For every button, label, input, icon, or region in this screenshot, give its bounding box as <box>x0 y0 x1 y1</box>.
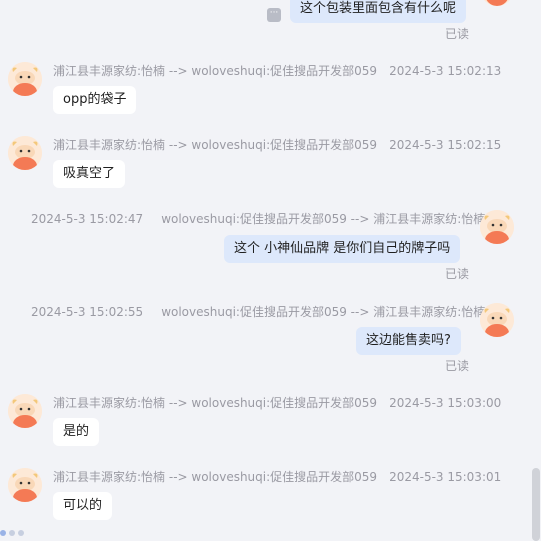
read-status: 已读 <box>445 27 470 41</box>
avatar <box>480 0 514 6</box>
cartoon-bull-avatar-icon <box>480 210 514 244</box>
avatar <box>8 468 42 502</box>
cartoon-bull-avatar-icon <box>8 62 42 96</box>
scrollbar[interactable] <box>530 0 541 541</box>
message-bubble[interactable]: 这个包装里面包含有什么呢 <box>290 0 467 23</box>
message-meta: 浦江县丰源家纺:怡楠 --> woloveshuqi:促佳搜品开发部059 202… <box>53 468 501 485</box>
avatar <box>480 303 514 337</box>
message-header: woloveshuqi:促佳搜品开发部059 --> 浦江县丰源家纺:怡楠 <box>161 305 486 319</box>
cartoon-bull-avatar-icon <box>8 394 42 428</box>
loading-dot <box>9 530 15 536</box>
cartoon-bull-avatar-icon <box>8 136 42 170</box>
message-bubble[interactable]: 吸真空了 <box>53 160 126 188</box>
loading-dot <box>0 530 6 536</box>
avatar <box>8 62 42 96</box>
message-header: 浦江县丰源家纺:怡楠 --> woloveshuqi:促佳搜品开发部059 <box>53 396 378 410</box>
message-meta: 浦江县丰源家纺:怡楠 --> woloveshuqi:促佳搜品开发部059 202… <box>53 394 501 411</box>
message-meta: 2024-5-3 15:02:55 woloveshuqi:促佳搜品开发部059 … <box>31 303 485 320</box>
message-header: 浦江县丰源家纺:怡楠 --> woloveshuqi:促佳搜品开发部059 <box>53 470 378 484</box>
message-header: 浦江县丰源家纺:怡楠 --> woloveshuqi:促佳搜品开发部059 <box>53 64 378 78</box>
scrollbar-thumb[interactable] <box>532 468 540 541</box>
message-bubble[interactable]: 这个 小神仙品牌 是你们自己的牌子吗 <box>224 235 461 263</box>
message-time: 2024-5-3 15:02:15 <box>389 138 502 152</box>
message-time: 2024-5-3 15:03:00 <box>389 396 502 410</box>
message-bubble[interactable]: opp的袋子 <box>53 86 137 114</box>
read-status: 已读 <box>445 359 470 373</box>
message-time: 2024-5-3 15:02:47 <box>31 212 144 226</box>
avatar <box>8 394 42 428</box>
message-header: 浦江县丰源家纺:怡楠 --> woloveshuqi:促佳搜品开发部059 <box>53 138 378 152</box>
message-meta: 浦江县丰源家纺:怡楠 --> woloveshuqi:促佳搜品开发部059 202… <box>53 62 501 79</box>
message-time: 2024-5-3 15:02:55 <box>31 305 144 319</box>
avatar <box>480 210 514 244</box>
message-bubble[interactable]: 这边能售卖吗? <box>356 327 461 355</box>
message-meta: 浦江县丰源家纺:怡楠 --> woloveshuqi:促佳搜品开发部059 202… <box>53 136 501 153</box>
more-options-icon[interactable]: ··· <box>267 8 281 22</box>
message-bubble[interactable]: 可以的 <box>53 492 113 520</box>
message-time: 2024-5-3 15:03:01 <box>389 470 502 484</box>
chat-history: ··· 这个包装里面包含有什么呢 已读 浦江县丰源家纺:怡楠 --> wolov… <box>0 0 530 541</box>
message-bubble[interactable]: 是的 <box>53 418 100 446</box>
message-time: 2024-5-3 15:02:13 <box>389 64 502 78</box>
avatar <box>8 136 42 170</box>
read-status: 已读 <box>445 267 470 281</box>
loading-indicator <box>0 521 27 536</box>
message-header: woloveshuqi:促佳搜品开发部059 --> 浦江县丰源家纺:怡楠 <box>161 212 486 226</box>
cartoon-bull-avatar-icon <box>480 303 514 337</box>
loading-dot <box>18 530 24 536</box>
cartoon-bull-avatar-icon <box>8 468 42 502</box>
message-meta: 2024-5-3 15:02:47 woloveshuqi:促佳搜品开发部059 … <box>31 210 485 227</box>
